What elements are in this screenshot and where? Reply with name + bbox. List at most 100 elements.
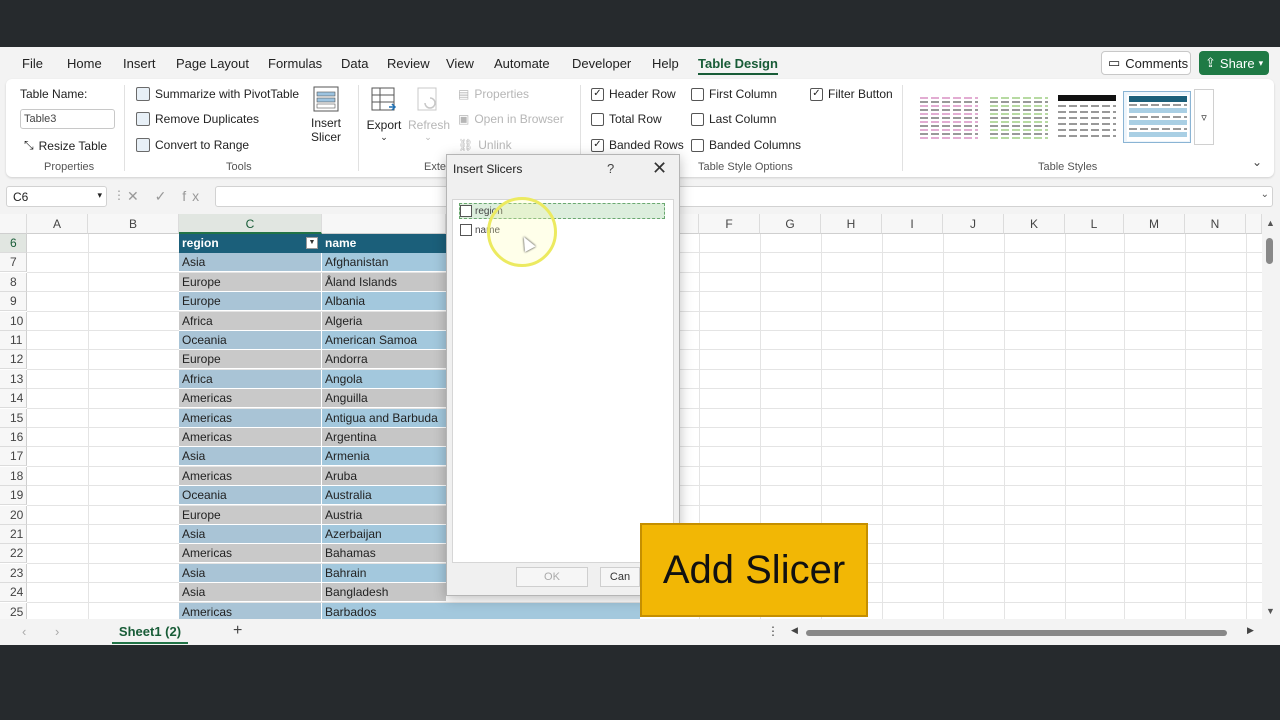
table-cell-name[interactable]: Aruba: [322, 466, 446, 486]
col-header-m[interactable]: M: [1124, 214, 1185, 234]
tab-insert[interactable]: Insert: [123, 56, 156, 71]
external-properties-button[interactable]: ▤ Properties: [458, 87, 529, 101]
table-cell-region[interactable]: Americas: [179, 466, 322, 486]
table-cell-region[interactable]: Americas: [179, 389, 322, 409]
table-cell-region[interactable]: Americas: [179, 428, 322, 447]
row-header[interactable]: 22: [0, 544, 27, 564]
table-cell-name[interactable]: Andorra: [322, 350, 446, 370]
chevron-left-icon[interactable]: ‹: [22, 624, 26, 639]
col-header-i[interactable]: I: [882, 214, 943, 234]
col-header-b[interactable]: B: [88, 214, 179, 234]
close-icon[interactable]: ✕: [652, 158, 667, 179]
table-cell-region[interactable]: Europe: [179, 292, 322, 312]
col-header-h[interactable]: H: [821, 214, 882, 234]
vertical-scrollbar[interactable]: ▲ ▼: [1262, 214, 1280, 619]
formula-actions[interactable]: ✕ ✓ fx: [127, 188, 205, 205]
row-header[interactable]: 10: [0, 311, 27, 331]
tab-developer[interactable]: Developer: [572, 56, 631, 71]
row-header[interactable]: 9: [0, 292, 27, 312]
help-icon[interactable]: ?: [607, 161, 614, 176]
filter-dropdown-icon[interactable]: ▼: [306, 237, 318, 249]
add-sheet-icon[interactable]: +: [233, 622, 242, 640]
table-cell-region[interactable]: Asia: [179, 583, 322, 603]
sheet-tab-sheet1-2[interactable]: Sheet1 (2): [112, 622, 188, 644]
table-cell-region[interactable]: Asia: [179, 563, 322, 583]
more-options-icon[interactable]: ⋮: [113, 188, 125, 202]
remove-duplicates-button[interactable]: Remove Duplicates: [136, 112, 259, 126]
row-header[interactable]: 7: [0, 253, 27, 273]
table-cell-name[interactable]: Australia: [322, 486, 446, 506]
formula-input[interactable]: ⌄: [215, 186, 1273, 207]
tab-home[interactable]: Home: [67, 56, 102, 71]
table-cell-region[interactable]: Oceania: [179, 486, 322, 506]
table-style-green[interactable]: [988, 94, 1050, 140]
table-cell-name[interactable]: Afghanistan: [322, 253, 446, 273]
table-cell-name[interactable]: Anguilla: [322, 389, 446, 409]
resize-table-button[interactable]: ⤡ Resize Table: [24, 138, 107, 153]
checkbox-icon[interactable]: [460, 205, 472, 217]
tab-review[interactable]: Review: [387, 56, 430, 71]
scroll-right-icon[interactable]: ▶: [1247, 625, 1254, 636]
table-cell-region[interactable]: Europe: [179, 272, 322, 292]
scroll-left-icon[interactable]: ◀: [791, 625, 798, 636]
table-cell-region[interactable]: Americas: [179, 408, 322, 428]
col-header-d[interactable]: [322, 214, 446, 234]
table-cell-name[interactable]: Armenia: [322, 447, 446, 467]
table-cell-region[interactable]: Asia: [179, 447, 322, 467]
row-header[interactable]: 14: [0, 389, 27, 409]
table-cell-name[interactable]: Åland Islands: [322, 272, 446, 292]
table-cell-region[interactable]: Asia: [179, 525, 322, 544]
table-cell-name[interactable]: Bahamas: [322, 544, 446, 564]
table-cell-name[interactable]: Angola: [322, 369, 446, 389]
col-header-l[interactable]: L: [1065, 214, 1124, 234]
cancel-button[interactable]: Can: [600, 567, 640, 587]
col-header-f[interactable]: F: [699, 214, 760, 234]
table-cell-name[interactable]: Albania: [322, 292, 446, 312]
vertical-scroll-thumb[interactable]: [1266, 238, 1273, 264]
col-header-a[interactable]: A: [27, 214, 88, 234]
col-header-c[interactable]: C: [179, 214, 322, 234]
scroll-down-icon[interactable]: ▼: [1266, 606, 1275, 616]
banded-rows-checkbox[interactable]: ✓ Banded Rows: [591, 138, 684, 152]
open-in-browser-button[interactable]: ▣ Open in Browser: [458, 112, 564, 126]
table-cell-name[interactable]: Algeria: [322, 311, 446, 331]
row-header[interactable]: 6: [0, 234, 27, 253]
ribbon-collapse-icon[interactable]: ⌄: [1252, 155, 1262, 169]
table-header-region[interactable]: region: [179, 234, 322, 253]
refresh-button[interactable]: Refresh ⌄: [408, 85, 450, 143]
row-header[interactable]: 16: [0, 428, 27, 447]
comments-button[interactable]: ▭ Comments: [1101, 51, 1191, 75]
table-cell-name[interactable]: Bahrain: [322, 563, 446, 583]
row-header[interactable]: 25: [0, 602, 27, 619]
table-style-black[interactable]: [1056, 94, 1118, 140]
tab-formulas[interactable]: Formulas: [268, 56, 322, 71]
table-cell-region[interactable]: Americas: [179, 602, 322, 619]
table-name-input[interactable]: Table3: [20, 109, 115, 129]
row-header[interactable]: 15: [0, 408, 27, 428]
table-cell-region[interactable]: Americas: [179, 544, 322, 564]
select-all-corner[interactable]: [0, 214, 27, 234]
row-header[interactable]: 20: [0, 505, 27, 525]
table-cell-name[interactable]: Azerbaijan: [322, 525, 446, 544]
row-header[interactable]: 24: [0, 583, 27, 603]
scroll-up-icon[interactable]: ▲: [1266, 218, 1275, 228]
tab-data[interactable]: Data: [341, 56, 368, 71]
insert-slicer-button[interactable]: Insert Slicer: [308, 85, 344, 144]
row-header[interactable]: 11: [0, 331, 27, 350]
header-row-checkbox[interactable]: ✓ Header Row: [591, 87, 676, 101]
ok-button[interactable]: OK: [516, 567, 588, 587]
table-cell-name[interactable]: Barbados: [322, 602, 640, 619]
row-header[interactable]: 18: [0, 466, 27, 486]
unlink-button[interactable]: ⛓ Unlink: [458, 138, 512, 152]
table-cell-name[interactable]: Argentina: [322, 428, 446, 447]
col-header-k[interactable]: K: [1004, 214, 1065, 234]
summarize-pivot-button[interactable]: Summarize with PivotTable: [136, 87, 299, 101]
table-style-blue-selected[interactable]: [1123, 91, 1191, 143]
export-button[interactable]: Export ⌄: [364, 85, 404, 143]
row-header[interactable]: 21: [0, 525, 27, 544]
tab-table-design[interactable]: Table Design: [698, 56, 778, 75]
table-header-name[interactable]: name: [322, 234, 446, 253]
tab-view[interactable]: View: [446, 56, 474, 71]
tab-page-layout[interactable]: Page Layout: [176, 56, 249, 71]
col-header-n[interactable]: N: [1185, 214, 1246, 234]
